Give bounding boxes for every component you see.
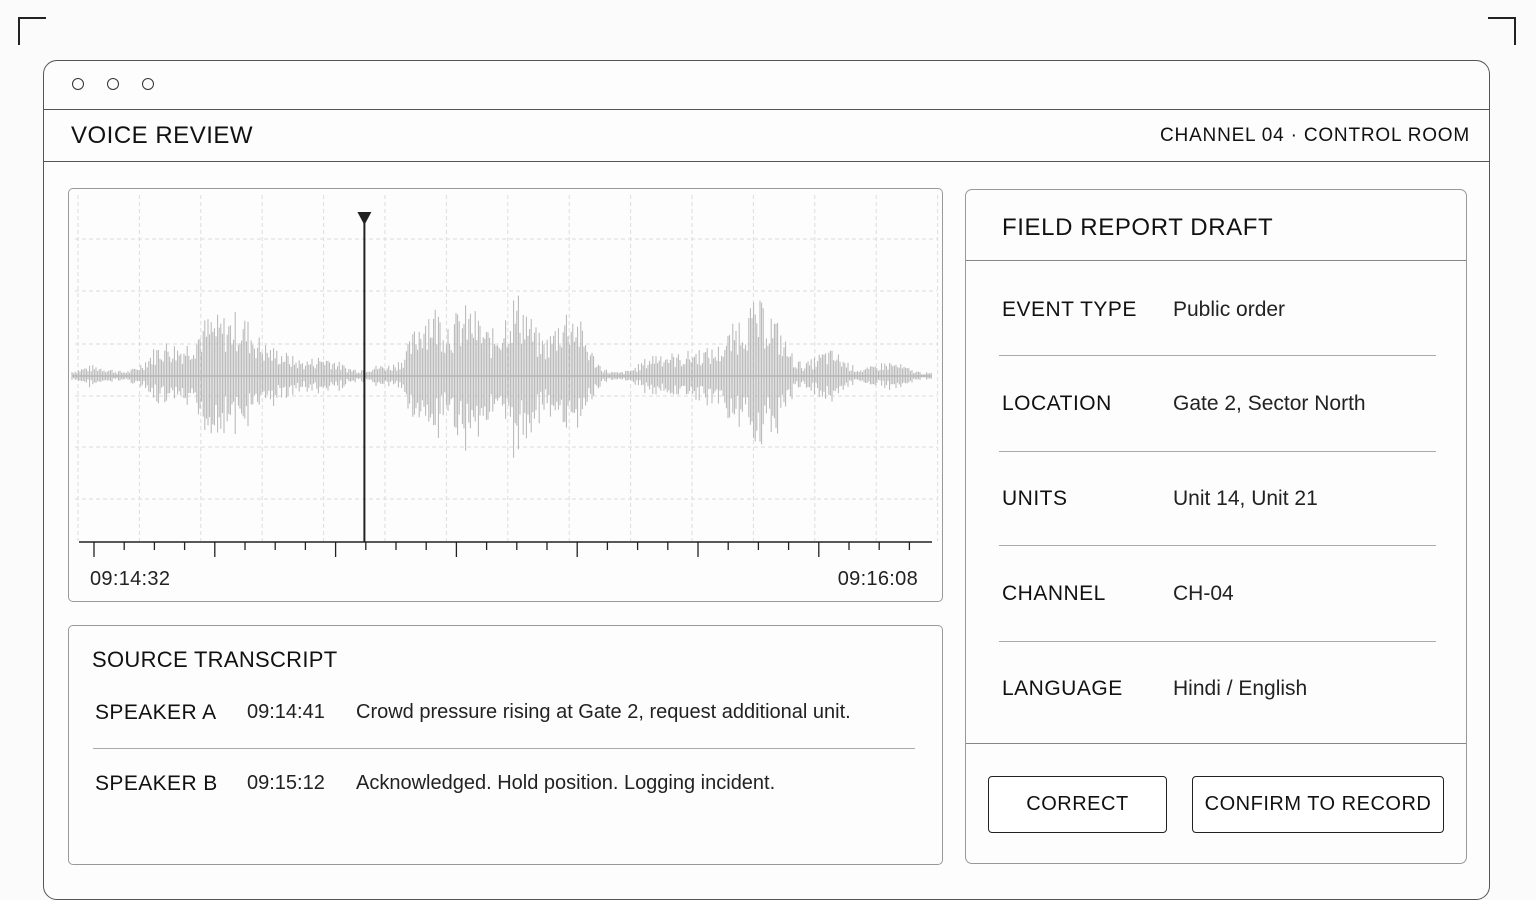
app-window: VOICE REVIEW CHANNEL 04 · CONTROL ROOM 0…	[43, 60, 1490, 900]
transcript-text: Acknowledged. Hold position. Logging inc…	[356, 772, 776, 794]
frame-corner-top-right	[1488, 17, 1516, 45]
report-header-divider	[966, 260, 1466, 261]
field-value[interactable]: Unit 14, Unit 21	[1173, 487, 1318, 511]
transcript-title: SOURCE TRANSCRIPT	[92, 647, 338, 672]
field-divider	[999, 641, 1436, 642]
field-event-type[interactable]: EVENT TYPE Public order	[1002, 298, 1442, 328]
transcript-text: Crowd pressure rising at Gate 2, request…	[356, 701, 851, 723]
time-start-label: 09:14:32	[90, 568, 171, 590]
field-divider	[999, 451, 1436, 452]
field-divider	[999, 545, 1436, 546]
time-end-label: 09:16:08	[837, 568, 918, 590]
playhead-marker[interactable]	[357, 212, 372, 225]
field-report-panel: FIELD REPORT DRAFT EVENT TYPE Public ord…	[965, 189, 1467, 864]
field-divider	[999, 355, 1436, 356]
correct-button[interactable]: CORRECT	[988, 776, 1167, 833]
page-title: VOICE REVIEW	[71, 122, 254, 149]
report-title: FIELD REPORT DRAFT	[1002, 214, 1274, 241]
waveform-panel[interactable]: 09:14:32 09:16:08	[68, 188, 943, 602]
window-maximize-button[interactable]	[142, 78, 154, 90]
transcript-divider	[93, 748, 915, 749]
field-value[interactable]: Gate 2, Sector North	[1173, 392, 1366, 416]
frame-corner-top-left	[18, 17, 46, 45]
window-close-button[interactable]	[72, 78, 84, 90]
field-value[interactable]: CH-04	[1173, 582, 1234, 606]
app-header: VOICE REVIEW CHANNEL 04 · CONTROL ROOM	[44, 110, 1489, 162]
window-titlebar	[44, 61, 1489, 110]
field-location[interactable]: LOCATION Gate 2, Sector North	[1002, 392, 1442, 422]
report-footer-divider	[966, 743, 1466, 744]
transcript-timestamp: 09:15:12	[247, 772, 325, 794]
field-language[interactable]: LANGUAGE Hindi / English	[1002, 677, 1442, 707]
waveform-chart[interactable]	[69, 189, 944, 603]
source-transcript-panel: SOURCE TRANSCRIPT SPEAKER A 09:14:41 Cro…	[68, 625, 943, 865]
speaker-label: SPEAKER A	[95, 701, 217, 724]
confirm-to-record-button[interactable]: CONFIRM TO RECORD	[1192, 776, 1444, 833]
window-minimize-button[interactable]	[107, 78, 119, 90]
field-label: LANGUAGE	[1002, 677, 1123, 700]
transcript-row[interactable]: SPEAKER A 09:14:41 Crowd pressure rising…	[95, 701, 915, 731]
field-units[interactable]: UNITS Unit 14, Unit 21	[1002, 487, 1442, 517]
field-value[interactable]: Hindi / English	[1173, 677, 1307, 701]
field-label: CHANNEL	[1002, 582, 1106, 605]
field-channel[interactable]: CHANNEL CH-04	[1002, 582, 1442, 612]
speaker-label: SPEAKER B	[95, 772, 218, 795]
field-value[interactable]: Public order	[1173, 298, 1285, 322]
channel-info: CHANNEL 04 · CONTROL ROOM	[1160, 125, 1470, 146]
field-label: EVENT TYPE	[1002, 298, 1137, 321]
field-label: UNITS	[1002, 487, 1068, 510]
transcript-timestamp: 09:14:41	[247, 701, 325, 723]
field-label: LOCATION	[1002, 392, 1112, 415]
transcript-row[interactable]: SPEAKER B 09:15:12 Acknowledged. Hold po…	[95, 772, 915, 802]
